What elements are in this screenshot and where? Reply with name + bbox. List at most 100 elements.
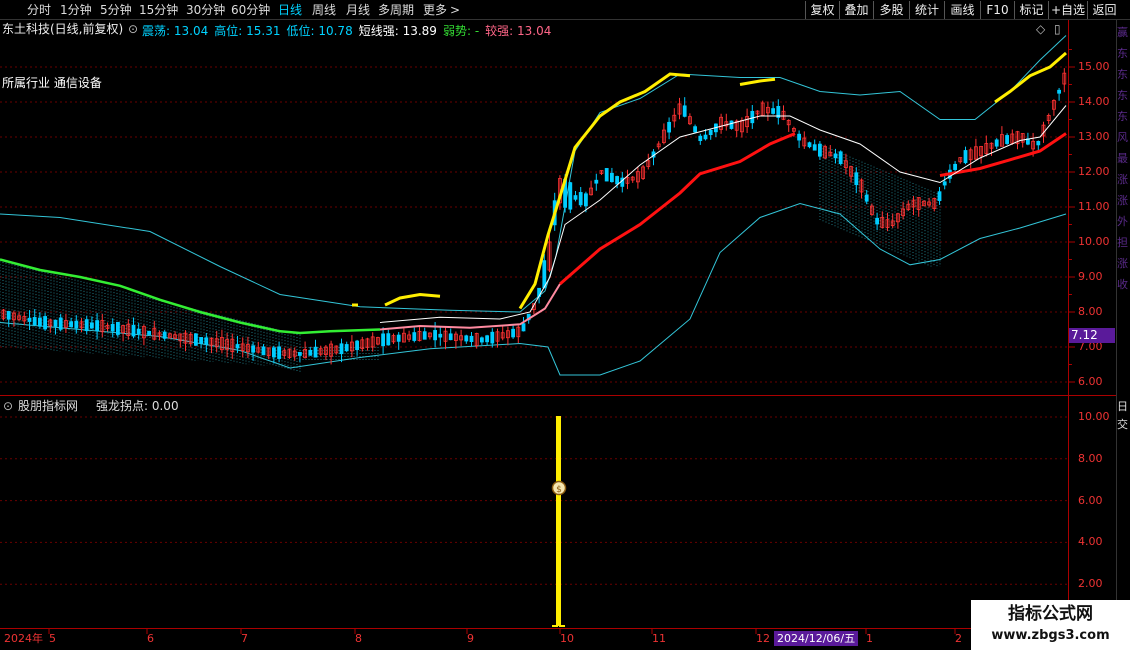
candle-body (994, 139, 999, 147)
price-tick: 10.00 (1078, 235, 1110, 248)
candle-body (1036, 141, 1041, 146)
candle-body (511, 328, 516, 338)
candle-body (69, 321, 73, 328)
price-tick: 12.00 (1078, 165, 1110, 178)
price-tick: 8.00 (1078, 305, 1103, 318)
candle-body (807, 142, 812, 148)
candle-body (38, 317, 42, 327)
candle-body (942, 181, 947, 186)
candle-body (594, 179, 599, 184)
candle-body (308, 349, 313, 356)
candle-body (193, 333, 198, 346)
support-line-1 (559, 132, 796, 286)
price-tick: 6.00 (1078, 375, 1103, 388)
candle-body (271, 347, 276, 358)
signal-bar: $ (551, 416, 567, 627)
current-price-value: 7.12 (1071, 328, 1098, 342)
date-label: 1 (866, 632, 873, 645)
candlesticks (1, 68, 1067, 365)
candle-body (542, 260, 547, 289)
side-strip-main-text: 赢 东 东 东 东 风 最 涨 涨 外 担 涨 收 (1117, 26, 1128, 291)
candle-body (521, 323, 526, 332)
candle-body (729, 120, 734, 129)
grid-lines (0, 66, 1068, 585)
indicator-tick: 8.00 (1078, 451, 1103, 465)
candle-body (27, 317, 32, 322)
candle-body (584, 193, 588, 207)
candle-body (162, 331, 167, 339)
candle-body (84, 319, 89, 332)
indicator-lines (0, 51, 1067, 335)
candle-body (937, 191, 942, 201)
candle-body (490, 331, 495, 344)
candle-body (95, 320, 99, 332)
current-price-tag: 7.12 (1069, 328, 1115, 343)
candle-body (615, 176, 619, 185)
candle-body (953, 163, 957, 170)
candle-body (604, 168, 609, 182)
candle-body (750, 110, 755, 124)
price-tick: 13.00 (1078, 130, 1110, 143)
watermark-title: 指标公式网 (1008, 604, 1093, 624)
candle-body (448, 333, 453, 341)
candle-body (1005, 135, 1009, 144)
candle-body (386, 333, 391, 346)
price-tick: 9.00 (1078, 270, 1103, 283)
candle-body (573, 195, 578, 200)
candle-body (833, 153, 838, 159)
candle-body (277, 346, 282, 359)
candle-body (396, 334, 401, 342)
candle-body (485, 335, 490, 343)
side-strip-main: 赢 东 东 东 东 风 最 涨 涨 外 担 涨 收 (1117, 22, 1130, 392)
candle-body (261, 346, 266, 356)
indicator-tick: 6.00 (1078, 493, 1103, 507)
candle-body (53, 319, 58, 327)
candle-body (412, 332, 417, 341)
candle-body (355, 340, 360, 351)
date-label: 10 (560, 632, 574, 645)
candle-body (864, 194, 869, 202)
candle-body (578, 192, 583, 206)
support-line-2 (939, 132, 1067, 177)
candle-body (438, 333, 443, 338)
candle-body (797, 133, 801, 141)
candle-body (32, 317, 37, 325)
date-label: 7 (241, 632, 248, 645)
candle-body (313, 346, 318, 358)
side-strip-indicator: 日 交 (1117, 398, 1130, 438)
candle-body (568, 182, 573, 210)
candle-body (339, 343, 344, 355)
price-tick: 15.00 (1078, 60, 1110, 73)
indicator-tick: 10.00 (1078, 410, 1110, 423)
candle-body (199, 337, 204, 344)
candle-body (818, 143, 822, 157)
moneybag-icon-glyph: $ (556, 485, 562, 495)
candle-body (43, 316, 47, 330)
candle-body (235, 344, 240, 349)
kline-chart[interactable]: $ (0, 0, 1130, 650)
candle-body (344, 344, 349, 352)
date-label: 11 (652, 632, 666, 645)
candle-body (6, 311, 11, 320)
candle-body (58, 317, 63, 330)
date-label: 12 (756, 632, 770, 645)
cursor-date-tag: 2024/12/06/五 (774, 631, 859, 646)
indicator-tick: 4.00 (1078, 535, 1103, 549)
strong-line-3 (739, 77, 776, 86)
date-label: 6 (147, 632, 154, 645)
candle-body (854, 172, 859, 186)
date-label: 2 (955, 632, 962, 645)
short-strong-line (379, 105, 1067, 323)
candle-body (433, 330, 438, 341)
candle-body (812, 144, 817, 151)
candle-body (693, 126, 697, 133)
watermark-url: www.zbgs3.com (991, 628, 1110, 643)
candle-body (381, 333, 386, 347)
side-strip-indicator-text: 日 交 (1117, 400, 1128, 431)
candle-body (963, 150, 968, 164)
candle-body (136, 328, 141, 334)
date-label: 2024年 (4, 632, 43, 645)
candle-body (204, 337, 209, 345)
candle-body (682, 105, 687, 117)
candle-body (708, 129, 713, 136)
